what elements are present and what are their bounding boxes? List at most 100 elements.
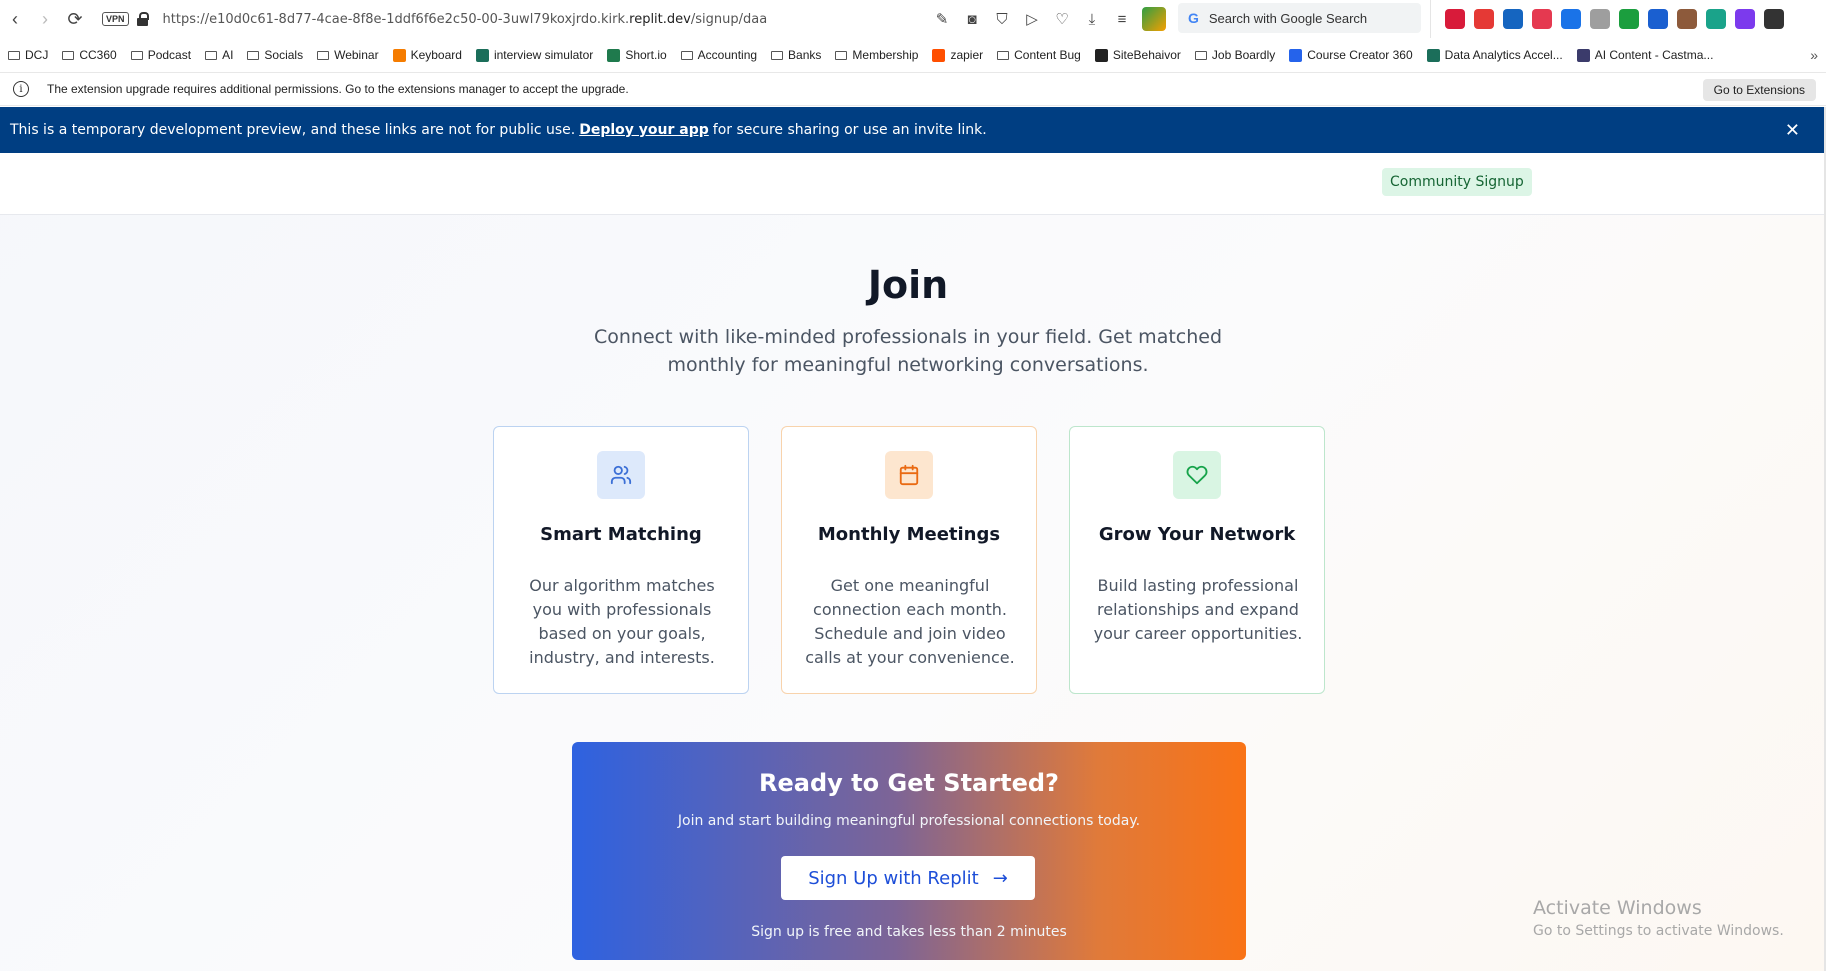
profile-avatar[interactable] (1142, 7, 1166, 31)
feature-card-smart-matching: Smart Matching Our algorithm matches you… (493, 426, 749, 694)
google-search-box[interactable]: G Search with Google Search (1178, 3, 1421, 33)
bookmark-item[interactable]: Course Creator 360 (1289, 48, 1413, 62)
bookmark-item[interactable]: SiteBehaivor (1094, 48, 1181, 62)
bookmark-item[interactable]: zapier (932, 48, 983, 62)
bookmark-item[interactable]: CC360 (62, 48, 117, 62)
address-bar[interactable]: https://e10d0c61-8d77-4cae-8f8e-1ddf6f6e… (163, 12, 768, 27)
dev-preview-banner: This is a temporary development preview,… (0, 107, 1824, 153)
extension-icon[interactable] (1735, 9, 1755, 29)
bookmark-item[interactable]: interview simulator (475, 48, 594, 62)
favicon-icon (932, 48, 946, 62)
extension-icon[interactable] (1706, 9, 1726, 29)
bookmark-item[interactable]: Podcast (130, 48, 192, 62)
folder-icon (317, 50, 330, 60)
extension-icon[interactable] (1561, 9, 1581, 29)
bookmark-label: zapier (950, 48, 984, 62)
bookmark-label: AI Content - Castma... (1594, 48, 1714, 62)
bookmark-item[interactable]: AI (205, 48, 233, 62)
vpn-badge[interactable]: VPN (102, 12, 129, 26)
reload-button[interactable]: ⟳ (60, 4, 90, 34)
bookmark-label: CC360 (79, 48, 117, 62)
browser-toolbar: ‹ › ⟳ VPN https://e10d0c61-8d77-4cae-8f8… (0, 0, 1826, 38)
folder-icon (8, 50, 20, 60)
page-subtitle: Connect with like-minded professionals i… (593, 326, 1223, 376)
bookmark-item[interactable]: Data Analytics Accel... (1426, 48, 1563, 62)
dev-banner-text-after: for secure sharing or use an invite link… (712, 122, 987, 138)
arrow-right-icon: → (992, 867, 1008, 889)
extension-icon[interactable] (1677, 9, 1697, 29)
bookmark-label: Content Bug (1014, 48, 1081, 62)
close-icon[interactable]: ✕ (1785, 120, 1800, 141)
heart-icon[interactable]: ♡ (1052, 9, 1072, 29)
feature-title: Monthly Meetings (817, 524, 1001, 545)
windows-activation-watermark: Activate Windows Go to Settings to activ… (1533, 897, 1784, 939)
toolbar-icons: ✎ ◙ ⛉ ▷ ♡ ⤓ ≡ (932, 0, 1166, 38)
extension-icon[interactable] (1474, 9, 1494, 29)
extension-notice-text: The extension upgrade requires additiona… (47, 82, 629, 96)
bookmark-item[interactable]: Banks (771, 48, 821, 62)
bookmark-item[interactable]: Content Bug (997, 48, 1081, 62)
google-icon: G (1188, 10, 1199, 26)
bookmark-item[interactable]: Accounting (680, 48, 757, 62)
bookmark-label: AI (222, 48, 234, 62)
folder-icon (997, 50, 1010, 60)
page-title: Join (867, 263, 949, 307)
page-content: This is a temporary development preview,… (0, 107, 1826, 971)
camera-icon[interactable]: ◙ (962, 9, 982, 29)
bookmark-item[interactable]: AI Content - Castma... (1576, 48, 1714, 62)
sign-up-with-replit-button[interactable]: Sign Up with Replit → (781, 856, 1035, 900)
bookmark-label: Banks (788, 48, 822, 62)
extension-icon[interactable] (1648, 9, 1668, 29)
forward-button[interactable]: › (30, 4, 60, 34)
bookmark-item[interactable]: Keyboard (392, 48, 462, 62)
folder-icon (835, 50, 848, 60)
play-icon[interactable]: ▷ (1022, 9, 1042, 29)
folder-icon (247, 50, 260, 60)
bookmarks-bar: DCJ CC360 Podcast AI Socials Webinar Keyboard i… (0, 38, 1826, 72)
bookmark-item[interactable]: Short.io (607, 48, 667, 62)
extension-icon[interactable] (1445, 9, 1465, 29)
extension-icon[interactable] (1764, 9, 1784, 29)
back-button[interactable]: ‹ (0, 4, 30, 34)
bookmark-item[interactable]: DCJ (8, 48, 48, 62)
users-icon (597, 451, 645, 499)
site-header: Community Signup (0, 153, 1824, 215)
heart-icon (1173, 451, 1221, 499)
edit-icon[interactable]: ✎ (932, 9, 952, 29)
extensions-strip (1430, 0, 1784, 38)
bookmark-item[interactable]: Job Boardly (1194, 48, 1275, 62)
bookmark-label: Socials (264, 48, 304, 62)
folder-icon (680, 50, 693, 60)
bookmarks-overflow-icon[interactable]: » (1810, 47, 1818, 63)
lock-icon[interactable] (136, 12, 149, 26)
extension-icon[interactable] (1532, 9, 1552, 29)
bookmark-item[interactable]: Socials (247, 48, 303, 62)
bookmark-label: interview simulator (493, 48, 594, 62)
menu-icon[interactable]: ≡ (1112, 9, 1132, 29)
info-icon: i (13, 81, 29, 97)
shield-icon[interactable]: ⛉ (992, 9, 1012, 29)
favicon-icon (1094, 48, 1108, 62)
calendar-icon (885, 451, 933, 499)
bookmark-label: SiteBehaivor (1112, 48, 1181, 62)
bookmark-item[interactable]: Webinar (317, 48, 379, 62)
bookmark-label: Podcast (147, 48, 192, 62)
bookmark-label: Data Analytics Accel... (1444, 48, 1563, 62)
feature-title: Grow Your Network (1098, 524, 1296, 545)
download-icon[interactable]: ⤓ (1082, 9, 1102, 29)
feature-description: Build lasting professional relationships… (1093, 576, 1303, 643)
feature-title: Smart Matching (540, 524, 702, 545)
community-signup-badge[interactable]: Community Signup (1382, 168, 1532, 196)
search-placeholder: Search with Google Search (1208, 10, 1368, 26)
bookmark-label: DCJ (25, 48, 49, 62)
go-to-extensions-button[interactable]: Go to Extensions (1702, 79, 1816, 101)
extension-icon[interactable] (1619, 9, 1639, 29)
extension-icon[interactable] (1590, 9, 1610, 29)
sign-up-button-label: Sign Up with Replit (808, 867, 979, 889)
watermark-line-1: Activate Windows (1533, 897, 1702, 919)
extension-icon[interactable] (1503, 9, 1523, 29)
cta-subtitle: Join and start building meaningful profe… (677, 813, 1141, 829)
deploy-app-link[interactable]: Deploy your app (579, 122, 709, 138)
bookmark-item[interactable]: Membership (835, 48, 918, 62)
feature-description: Our algorithm matches you with professio… (529, 576, 715, 667)
